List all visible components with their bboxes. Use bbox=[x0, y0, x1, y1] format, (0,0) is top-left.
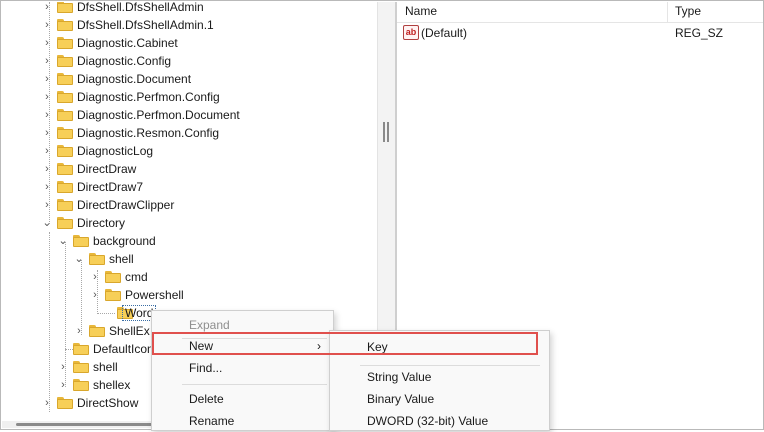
menu-item-label: DWORD (32-bit) Value bbox=[367, 414, 489, 428]
folder-icon bbox=[57, 37, 73, 49]
tree-guide bbox=[65, 349, 73, 350]
chevron-right-icon[interactable]: › bbox=[42, 196, 52, 214]
folder-icon bbox=[73, 379, 89, 391]
chevron-right-icon[interactable]: › bbox=[42, 88, 52, 106]
chevron-right-icon[interactable]: › bbox=[42, 160, 52, 178]
folder-icon bbox=[57, 2, 73, 13]
chevron-right-icon[interactable]: › bbox=[42, 106, 52, 124]
tree-node-label: shell bbox=[109, 252, 134, 266]
value-row[interactable]: ab (Default) REG_SZ bbox=[397, 24, 763, 42]
chevron-right-icon[interactable]: › bbox=[90, 268, 100, 286]
column-header-type[interactable]: Type bbox=[675, 4, 701, 18]
folder-icon bbox=[105, 289, 121, 301]
chevron-right-icon[interactable]: › bbox=[42, 2, 52, 16]
tree-node-label: Diagnostic.Resmon.Config bbox=[77, 126, 220, 140]
tree-node-label: DirectDraw7 bbox=[77, 180, 144, 194]
tree-node-label: ShellEx bbox=[109, 324, 150, 338]
chevron-right-icon[interactable]: › bbox=[58, 358, 68, 376]
chevron-right-icon[interactable]: › bbox=[42, 70, 52, 88]
folder-icon bbox=[57, 109, 73, 121]
chevron-right-icon[interactable]: › bbox=[42, 16, 52, 34]
tree-node-label: DefaultIcon bbox=[93, 342, 154, 356]
chevron-down-icon[interactable]: ⌄ bbox=[58, 232, 68, 250]
tree-node-label: cmd bbox=[125, 270, 148, 284]
tree-node-label: DirectShow bbox=[77, 396, 139, 410]
chevron-right-icon[interactable]: › bbox=[74, 322, 84, 340]
tree-node-label: shell bbox=[93, 360, 118, 374]
menu-item-delete[interactable]: Delete bbox=[152, 388, 333, 410]
tree-node-label: background bbox=[93, 234, 156, 248]
tree-node-label: DirectDraw bbox=[77, 162, 137, 176]
chevron-down-icon[interactable]: ⌄ bbox=[42, 214, 52, 232]
folder-icon bbox=[105, 271, 121, 283]
chevron-right-icon[interactable]: › bbox=[42, 394, 52, 412]
menu-item-label: Find... bbox=[189, 361, 223, 375]
highlight-annotation bbox=[152, 332, 538, 355]
tree-node-label: DiagnosticLog bbox=[77, 144, 154, 158]
tree-node-label: DirectDrawClipper bbox=[77, 198, 175, 212]
tree-node-label: Diagnostic.Document bbox=[77, 72, 192, 86]
tree-node-label: DfsShell.DfsShellAdmin.1 bbox=[77, 18, 214, 32]
folder-icon bbox=[89, 253, 105, 265]
menu-item-label: String Value bbox=[367, 370, 432, 384]
folder-icon bbox=[57, 73, 73, 85]
submenu-item-dword-value[interactable]: DWORD (32-bit) Value bbox=[330, 410, 549, 432]
folder-icon bbox=[57, 127, 73, 139]
folder-icon bbox=[57, 55, 73, 67]
chevron-right-icon[interactable]: › bbox=[42, 34, 52, 52]
folder-icon bbox=[57, 217, 73, 229]
chevron-right-icon[interactable]: › bbox=[58, 376, 68, 394]
string-value-icon: ab bbox=[403, 25, 419, 40]
splitter-grip-icon[interactable] bbox=[383, 122, 389, 142]
chevron-right-icon[interactable]: › bbox=[42, 178, 52, 196]
menu-separator bbox=[182, 384, 327, 385]
tree-node-label: DfsShell.DfsShellAdmin bbox=[77, 2, 204, 14]
chevron-right-icon[interactable]: › bbox=[42, 52, 52, 70]
chevron-right-icon[interactable]: › bbox=[42, 124, 52, 142]
folder-icon bbox=[57, 181, 73, 193]
folder-icon bbox=[57, 19, 73, 31]
folder-icon bbox=[73, 361, 89, 373]
tree-node-label: Diagnostic.Config bbox=[77, 54, 172, 68]
menu-item-label: Binary Value bbox=[367, 392, 435, 406]
menu-item-rename[interactable]: Rename bbox=[152, 410, 333, 432]
tree-node-label: Diagnostic.Cabinet bbox=[77, 36, 178, 50]
column-header-name[interactable]: Name bbox=[405, 4, 437, 18]
list-header: Name Type bbox=[397, 2, 763, 23]
menu-item-find[interactable]: Find... bbox=[152, 357, 333, 379]
folder-icon bbox=[89, 325, 105, 337]
folder-icon bbox=[57, 199, 73, 211]
chevron-down-icon[interactable]: ⌄ bbox=[74, 250, 84, 268]
tree-node-label: shellex bbox=[93, 378, 131, 392]
tree-node-label: Diagnostic.Perfmon.Config bbox=[77, 90, 220, 104]
folder-icon bbox=[57, 163, 73, 175]
menu-item-label: Delete bbox=[189, 392, 224, 406]
folder-icon bbox=[73, 343, 89, 355]
column-separator[interactable] bbox=[667, 2, 668, 22]
tree-guide bbox=[49, 232, 50, 412]
submenu-item-binary-value[interactable]: Binary Value bbox=[330, 388, 549, 410]
chevron-right-icon[interactable]: › bbox=[42, 142, 52, 160]
chevron-right-icon[interactable]: › bbox=[90, 286, 100, 304]
folder-icon bbox=[57, 91, 73, 103]
value-name: (Default) bbox=[421, 26, 468, 40]
folder-icon bbox=[73, 235, 89, 247]
tree-node-label: Powershell bbox=[125, 288, 184, 302]
menu-item-label: Rename bbox=[189, 414, 235, 428]
value-type: REG_SZ bbox=[675, 26, 724, 40]
submenu-item-string-value[interactable]: String Value bbox=[330, 366, 549, 388]
folder-icon bbox=[57, 145, 73, 157]
folder-icon bbox=[57, 397, 73, 409]
tree-guide bbox=[97, 313, 115, 314]
tree-node-label: Diagnostic.Perfmon.Document bbox=[77, 108, 240, 122]
tree-node-label: Directory bbox=[77, 216, 126, 230]
context-menu: Expand New › Find... Delete Rename bbox=[151, 310, 334, 431]
